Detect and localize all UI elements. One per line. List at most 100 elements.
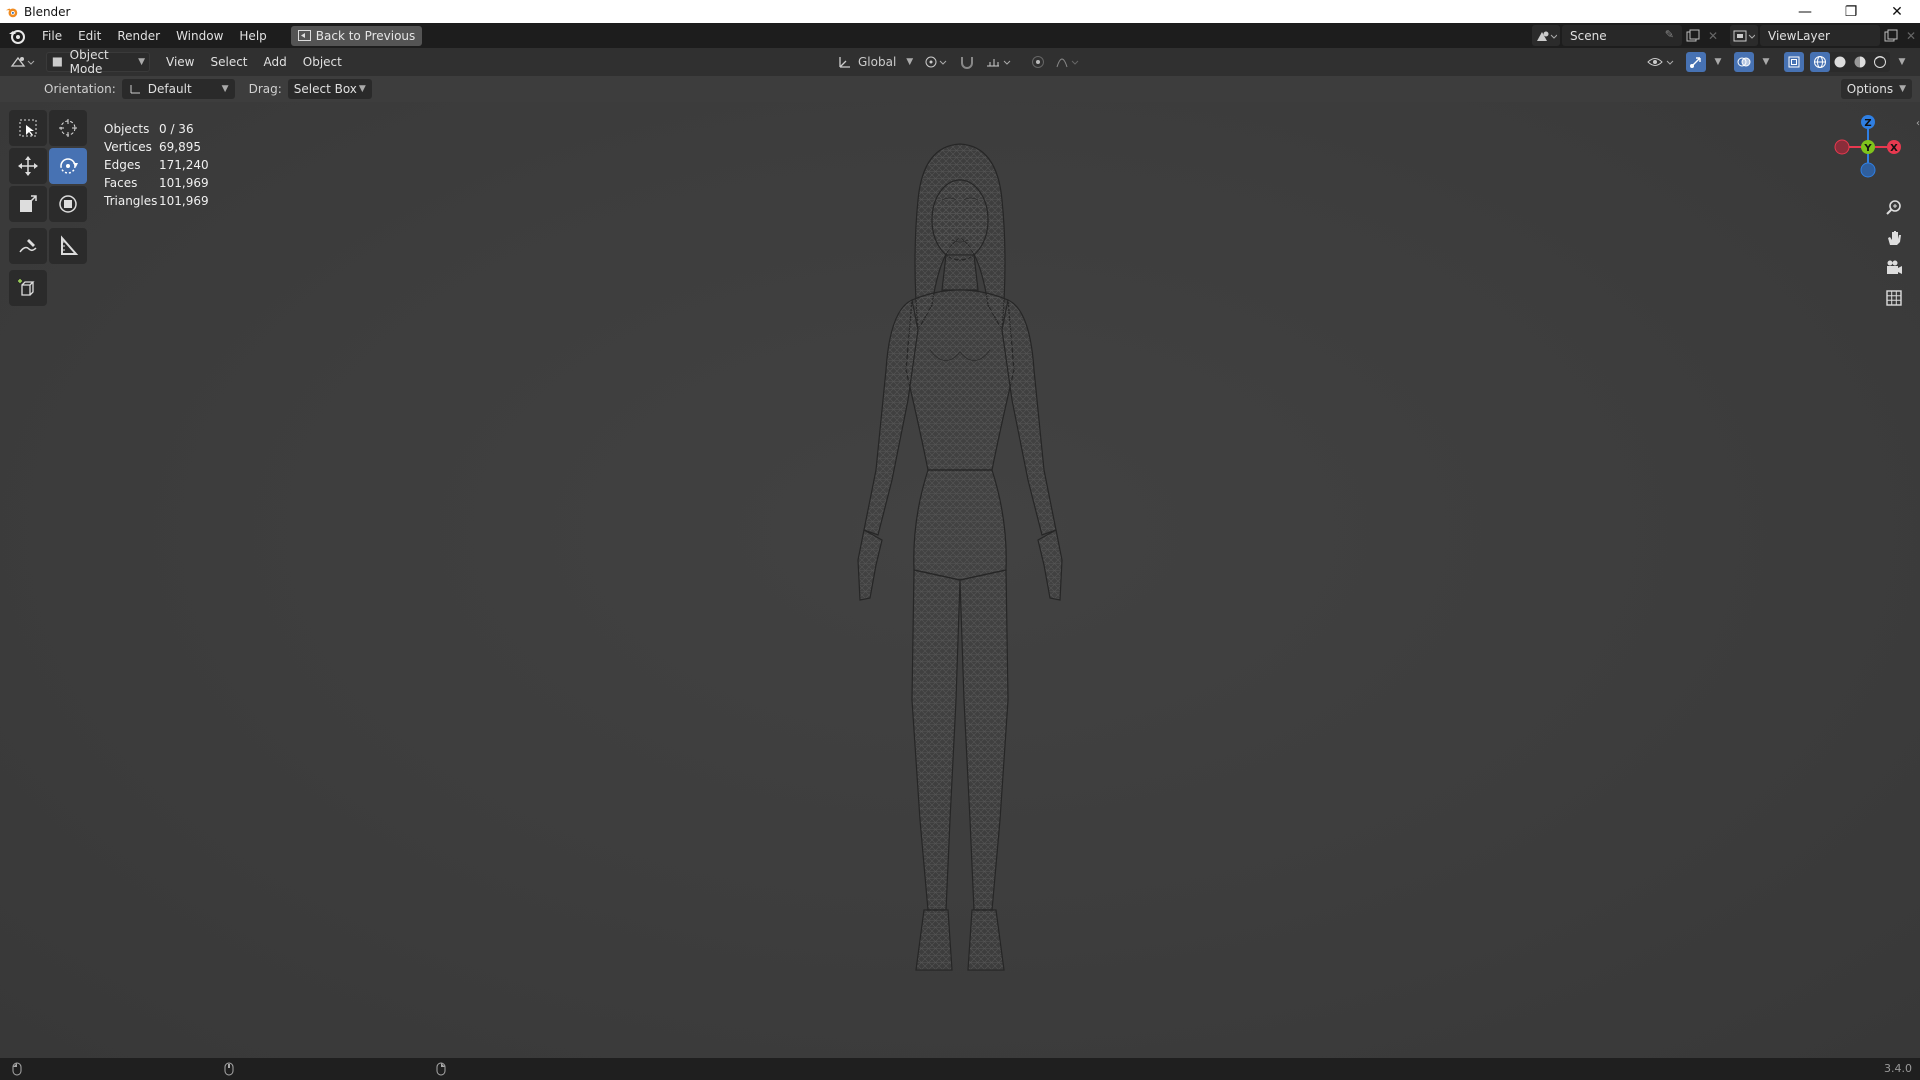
options-dropdown[interactable]: Options ▼ bbox=[1840, 79, 1912, 99]
3d-viewport-icon bbox=[10, 56, 35, 67]
wireframe-shading-button[interactable] bbox=[1810, 52, 1830, 72]
shading-dropdown[interactable]: ▼ bbox=[1892, 52, 1912, 72]
measure-ruler-icon bbox=[61, 235, 79, 255]
material-preview-button[interactable] bbox=[1850, 52, 1870, 72]
cursor-tool[interactable] bbox=[49, 110, 87, 146]
menu-render[interactable]: Render bbox=[109, 25, 168, 47]
menu-edit[interactable]: Edit bbox=[70, 25, 109, 47]
pivot-point-icon bbox=[925, 56, 947, 68]
viewlayer-name-field[interactable]: ViewLayer bbox=[1760, 25, 1880, 46]
3d-viewport[interactable]: Objects 0 / 36 Vertices 69,895 Edges 171,24… bbox=[0, 102, 1920, 1058]
object-mode-dropdown[interactable]: Object Mode ▼ bbox=[46, 48, 150, 76]
stat-label: Objects bbox=[104, 122, 150, 136]
stat-value: 101,969 bbox=[159, 194, 209, 208]
scale-icon bbox=[20, 195, 37, 212]
editor-type-button[interactable] bbox=[10, 52, 38, 72]
rendered-sphere-icon bbox=[1874, 56, 1886, 68]
overlays-dropdown[interactable]: ▼ bbox=[1756, 52, 1776, 72]
zoom-button[interactable] bbox=[1880, 194, 1908, 222]
viewport-header: Object Mode ▼ View Select Add Object Glo… bbox=[0, 48, 1920, 76]
stat-label: Edges bbox=[104, 158, 141, 172]
z-axis-label: Z bbox=[1864, 118, 1871, 129]
xray-toggle[interactable] bbox=[1784, 52, 1804, 72]
snap-target-dropdown[interactable] bbox=[982, 52, 1016, 72]
navigation-gizmo[interactable]: Z X Y bbox=[1830, 110, 1910, 190]
delete-scene-icon[interactable]: ✕ bbox=[1704, 29, 1722, 43]
orientation-axes-icon bbox=[839, 57, 850, 68]
select-box-tool[interactable] bbox=[9, 110, 47, 146]
scene-name-field[interactable]: Scene ✎ bbox=[1562, 25, 1682, 46]
pin-icon[interactable]: ✎ bbox=[1665, 28, 1674, 41]
gizmo-dropdown[interactable]: ▼ bbox=[1708, 52, 1728, 72]
rendered-shading-button[interactable] bbox=[1870, 52, 1890, 72]
stat-label: Triangles bbox=[104, 194, 158, 208]
tool-settings-bar: Orientation: Default ▼ Drag: Select Box … bbox=[0, 76, 1920, 102]
measure-tool[interactable] bbox=[49, 228, 87, 264]
camera-view-button[interactable] bbox=[1880, 254, 1908, 282]
viewport-menu-object[interactable]: Object bbox=[295, 55, 350, 69]
viewport-menu-select[interactable]: Select bbox=[202, 55, 255, 69]
transform-icon bbox=[59, 195, 77, 213]
proportional-editing-toggle[interactable] bbox=[1028, 52, 1048, 72]
add-cube-tool[interactable] bbox=[9, 270, 47, 306]
orientation-gizmo-icon bbox=[130, 85, 140, 94]
menu-help[interactable]: Help bbox=[231, 25, 274, 47]
drag-dropdown[interactable]: Select Box ▼ bbox=[287, 79, 372, 99]
drag-label: Drag: bbox=[248, 82, 282, 96]
new-scene-icon[interactable] bbox=[1682, 25, 1704, 46]
back-to-previous-button[interactable]: Back to Previous bbox=[290, 25, 423, 46]
pan-button[interactable] bbox=[1880, 224, 1908, 252]
transform-orientation-dropdown[interactable]: Global ▼ bbox=[834, 52, 916, 72]
snap-toggle[interactable] bbox=[956, 52, 978, 72]
viewport-menu-view[interactable]: View bbox=[158, 55, 202, 69]
orientation-label: Global bbox=[858, 55, 897, 69]
gizmo-toggle[interactable] bbox=[1686, 52, 1706, 72]
viewlayer-selector-button[interactable] bbox=[1730, 25, 1758, 46]
maximize-button[interactable]: ❐ bbox=[1828, 0, 1874, 23]
close-window-button[interactable]: ✕ bbox=[1874, 0, 1920, 23]
snap-increment-icon bbox=[987, 59, 1011, 67]
solid-shading-button[interactable] bbox=[1830, 52, 1850, 72]
viewlayer-name: ViewLayer bbox=[1768, 28, 1830, 43]
character-wireframe-model[interactable] bbox=[820, 140, 1100, 1040]
options-label: Options bbox=[1846, 82, 1894, 96]
y-axis-label: Y bbox=[1863, 143, 1872, 154]
menu-file[interactable]: File bbox=[34, 25, 70, 47]
wireframe-sphere-icon bbox=[1814, 56, 1826, 68]
sidebar-collapse-arrow-icon[interactable]: ‹ bbox=[1916, 118, 1920, 129]
scale-tool[interactable] bbox=[9, 186, 47, 222]
object-mode-icon bbox=[52, 57, 62, 67]
cursor-icon bbox=[59, 119, 77, 137]
add-cube-icon bbox=[18, 279, 35, 296]
move-tool[interactable] bbox=[9, 148, 47, 184]
annotate-tool[interactable] bbox=[9, 228, 47, 264]
pivot-point-dropdown[interactable] bbox=[920, 52, 952, 72]
scene-statistics: Objects 0 / 36 Vertices 69,895 Edges 171,24… bbox=[104, 120, 209, 210]
perspective-toggle-button[interactable] bbox=[1880, 284, 1908, 312]
new-viewlayer-icon[interactable] bbox=[1880, 25, 1902, 46]
stat-row: Faces 101,969 bbox=[104, 174, 209, 192]
blender-app-icon bbox=[5, 8, 18, 17]
orientation-dropdown[interactable]: Default ▼ bbox=[121, 79, 235, 99]
camera-icon bbox=[1887, 260, 1902, 274]
transform-tool[interactable] bbox=[49, 186, 87, 222]
object-mode-label: Object Mode bbox=[69, 48, 109, 76]
shading-mode-group bbox=[1810, 52, 1890, 72]
move-arrows-icon bbox=[18, 156, 38, 176]
drag-value: Select Box bbox=[293, 82, 357, 96]
delete-viewlayer-icon[interactable]: ✕ bbox=[1902, 29, 1920, 43]
visibility-selectability-dropdown[interactable] bbox=[1646, 52, 1678, 72]
falloff-dropdown[interactable] bbox=[1052, 52, 1086, 72]
minimize-button[interactable]: — bbox=[1782, 0, 1828, 23]
rotate-tool[interactable] bbox=[49, 148, 87, 184]
chevron-down-icon: ▼ bbox=[358, 84, 366, 94]
chevron-down-icon: ▼ bbox=[221, 84, 229, 94]
viewport-menu-add[interactable]: Add bbox=[256, 55, 295, 69]
stat-row: Triangles 101,969 bbox=[104, 192, 209, 210]
blender-logo-icon[interactable] bbox=[8, 27, 26, 45]
scene-selector-button[interactable] bbox=[1532, 25, 1560, 46]
magnet-icon bbox=[961, 57, 974, 69]
overlays-toggle[interactable] bbox=[1734, 52, 1754, 72]
viewport-navigation-buttons bbox=[1880, 194, 1910, 314]
menu-window[interactable]: Window bbox=[168, 25, 231, 47]
